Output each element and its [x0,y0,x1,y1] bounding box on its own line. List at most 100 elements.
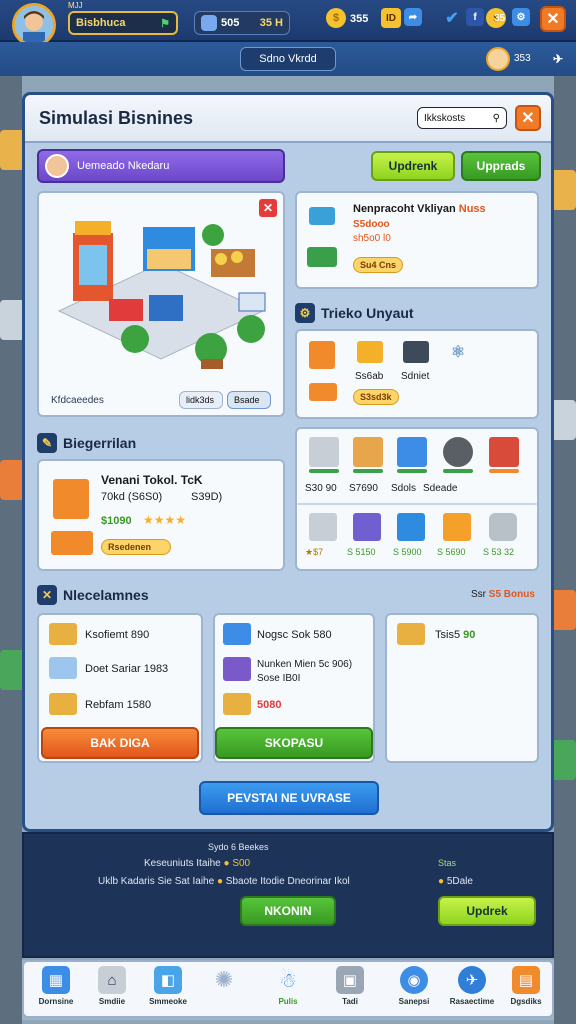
equipment-item[interactable] [443,437,473,467]
nav-label: Dgsdiks [510,997,542,1006]
list-item-label: Nunken Mien [257,659,316,670]
globe-icon: ◉ [400,966,428,994]
close-button[interactable]: ✕ [540,6,566,32]
equipment-item[interactable] [489,437,519,467]
building-icon: ▦ [42,966,70,994]
card-close-icon[interactable]: ✕ [259,199,277,217]
list-item[interactable]: Nogsc Sok 580 [257,629,332,641]
stock-list-b: Nogsc Sok 580 Nunken Mien 5c 906) Sose I… [213,613,375,763]
settings-icon[interactable]: ⚙ [512,8,530,26]
nav-sparkle[interactable]: ✺ [198,966,250,1016]
map-label-right[interactable]: Bsade [227,391,271,409]
list-item[interactable]: Rebfam 1580 [85,699,151,711]
upgrade-offer-card[interactable]: Nenpracoht Vkliyan Nuss S5dooo sh5o0 l0 … [295,191,539,289]
equipment-item[interactable] [309,437,339,467]
cashbox-icon [357,341,383,363]
panel-header: Simulasi Bisnines Ikkskosts ⚲ ✕ [25,95,551,143]
pin-icon[interactable]: ✈ [550,51,566,67]
shop-illustration [57,221,266,369]
list-item[interactable]: Doet Sariar 1983 [85,663,168,675]
summary-line-1: Sydo 6 Beekes [208,842,269,852]
equipment-item[interactable] [443,513,471,541]
employee-tag[interactable]: Rsedenen [101,539,171,555]
nav-box[interactable]: ◧ Smmeoke [142,966,194,1016]
store-items-card[interactable]: ⚛ Ss6ab Sdniet S3sd3k [295,329,539,419]
offer-title: Nenpracoht Vkliyan Nuss [353,203,486,215]
search-value: Ikkskosts [424,112,466,124]
equipment-bar [443,469,473,473]
checkmark-icon: ✔ [445,10,459,27]
upgrade-all-button[interactable]: PEVSTAI NE UVRASE [199,781,379,815]
bonus-badge[interactable]: ID [381,8,401,28]
nav-chest[interactable]: ▣ Tadi [324,966,376,1016]
worker-icon [309,341,335,369]
share-icon[interactable]: ➦ [404,8,422,26]
gem-value: 505 [221,17,240,29]
store-tag[interactable]: S3sd3k [353,389,399,405]
equipment-item[interactable] [489,513,517,541]
list-item[interactable]: Ksofiemt 890 [85,629,149,641]
list-item-label: Ksofiemt [85,629,128,641]
map-label-mid[interactable]: lidk3ds [179,391,223,409]
nav-character[interactable]: ☃ Pulis [262,966,314,1016]
equipment-bar [353,469,383,473]
equipment-item[interactable] [309,513,337,541]
equipment-item[interactable] [397,437,427,467]
store-value-b: Sdniet [401,371,430,382]
location-label[interactable]: Sdno Vkrdd [240,47,336,71]
owner-avatar [45,154,69,178]
nav-shop[interactable]: ⌂ Smdiie [86,966,138,1016]
molecule-icon: ⚛ [450,344,466,361]
nav-label: Dornsine [38,997,74,1006]
inventory-section-label: Nlecelamnes [63,587,149,603]
trolley-icon [309,383,337,401]
list-item[interactable]: Tsis5 90 [435,629,475,641]
nav-package[interactable]: ▤ Dgsdiks [500,966,552,1016]
store-value-a: Ss6ab [355,371,384,382]
stock-list-a: Ksofiemt 890 Doet Sariar 1983 Rebfam 158… [37,613,203,763]
summary-label-1: Sydo [208,842,229,852]
confirm-button[interactable]: NKONIN [240,896,336,926]
employee-section-label: Biegerrilan [63,435,137,451]
search-input[interactable]: Ikkskosts ⚲ [417,107,507,129]
equipment-item[interactable] [397,513,425,541]
list-item[interactable]: Nunken Mien 5c 906) [257,659,352,670]
box-icon [397,623,425,645]
upgrade-button-b[interactable]: Upprads [461,151,541,181]
search-icon: ⚲ [492,112,500,124]
upgrade-button-a[interactable]: Updrenk [371,151,455,181]
facebook-icon[interactable]: f [466,8,484,26]
level-bar[interactable]: Bisbhuca ⚑ [68,11,178,35]
shop-icon: ⌂ [98,966,126,994]
restock-button[interactable]: SKOPASU [215,727,373,759]
panel-close-button[interactable]: ✕ [515,105,541,131]
inventory-right: Ssr S5 Bonus [471,589,535,600]
nav-globe[interactable]: ◉ Sanepsi [388,966,440,1016]
employee-card[interactable]: Venani Tokol. TcK 70kd (S6S0) S39D) $109… [37,459,285,571]
shop-preview-card[interactable]: ✕ Kfdcaeedes lidk3ds Bsade [37,191,285,417]
equipment-item[interactable] [353,437,383,467]
nav-label: Rasaectime [449,997,495,1006]
grid-price: Sdols [391,483,417,494]
list-item-label: Doet Sariar [85,663,141,675]
equipment-item[interactable] [353,513,381,541]
gem-counter[interactable]: 505 35 H [194,11,290,35]
upgrade-button[interactable]: Updrek [438,896,536,926]
equipment-grid-card[interactable]: S30 90 S7690 Sdols Sdeade ★$7 S 5150 S 5… [295,427,539,571]
coin-icon: $ [326,8,346,28]
nav-world[interactable]: ✈ Rasaectime [446,966,498,1016]
owner-banner[interactable]: Uemeado Nkedaru [37,149,285,183]
owner-label: Uemeado Nkedaru [77,160,170,172]
inventory-right-accent: S5 Bonus [488,589,535,600]
character-icon: ☃ [279,969,297,992]
offer-tag[interactable]: Su4 Cns [353,257,404,273]
summary-right-3: ● 5Dale [438,876,473,887]
offer-line2: sh5o0 l0 [353,233,391,244]
grid-price-bottom: S 5690 [437,547,466,557]
store-section-label: Trieko Unyaut [321,305,414,321]
list-item-label: Rebfam [85,699,124,711]
sell-button[interactable]: BAK DIGA [41,727,199,759]
nav-building[interactable]: ▦ Dornsine [30,966,82,1016]
player-avatar[interactable] [12,3,56,47]
friend-avatar[interactable] [486,47,510,71]
